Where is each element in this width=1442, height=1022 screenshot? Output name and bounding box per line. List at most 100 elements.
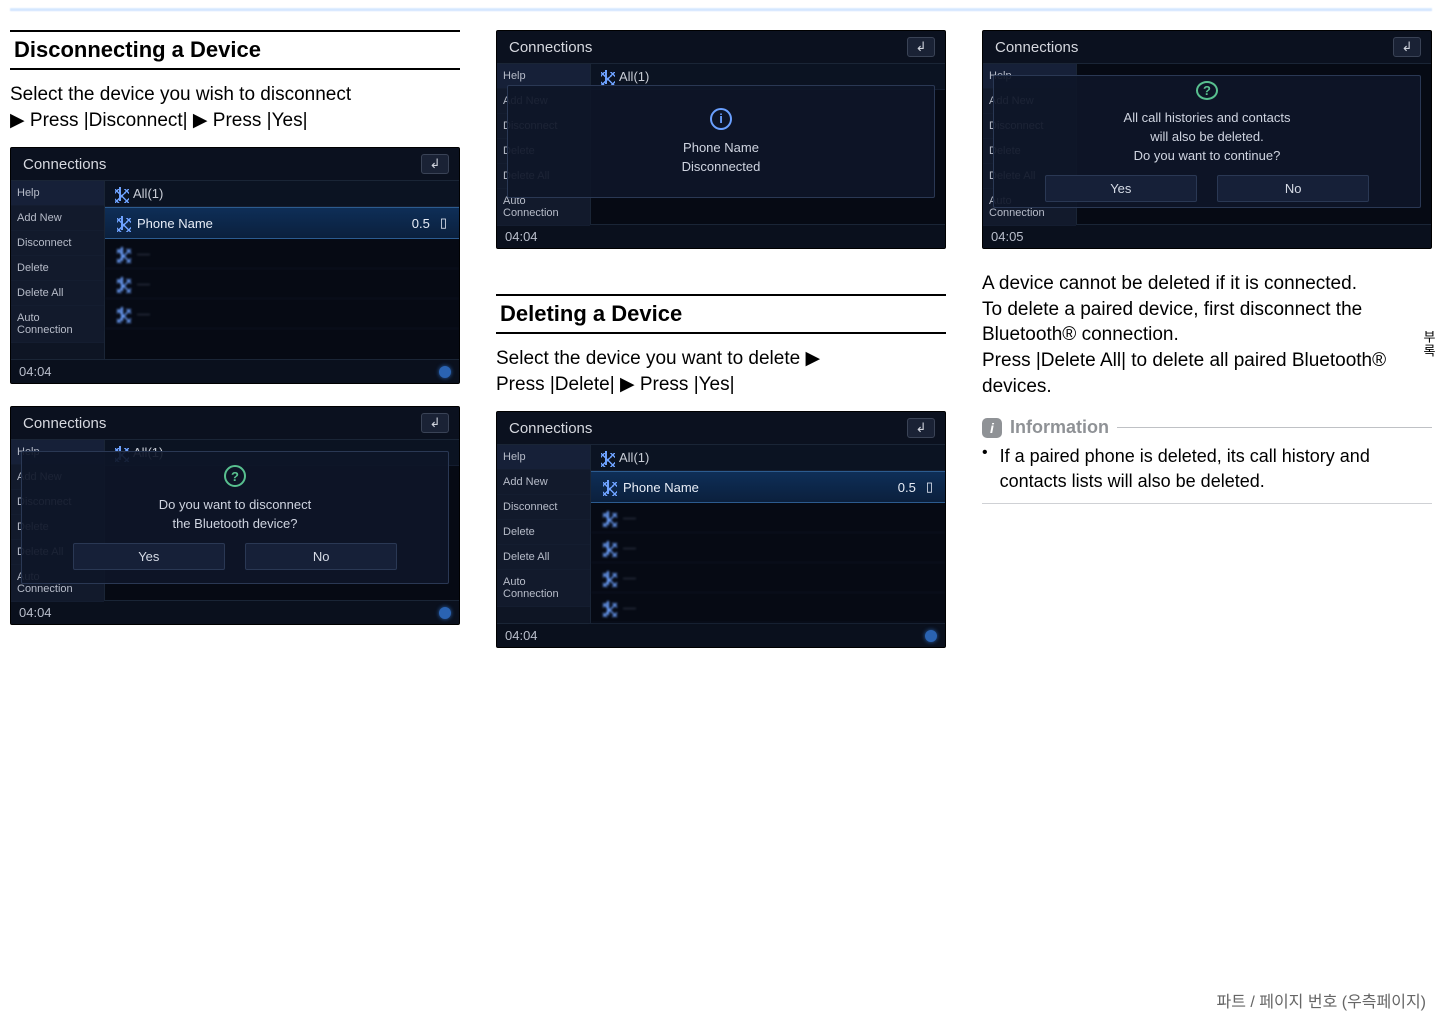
status-dot-icon bbox=[925, 630, 937, 642]
page-top-separator bbox=[10, 8, 1432, 11]
info-badge-icon: i bbox=[982, 418, 1002, 438]
sidebar-delete[interactable]: Delete bbox=[497, 520, 590, 545]
screenshot-disconnect-confirm: Connections ↲ Help Add New Disconnect De… bbox=[10, 406, 460, 625]
dialog-text: Disconnected bbox=[682, 159, 761, 174]
list-item-selected[interactable]: Phone Name 0.5 ▯ bbox=[105, 207, 459, 239]
device-list: All(1) Phone Name 0.5 ▯ — — — — bbox=[591, 445, 945, 623]
sidebar-help[interactable]: Help bbox=[497, 445, 590, 470]
section-rule bbox=[496, 275, 946, 276]
device-list: All(1) Phone Name 0.5 ▯ — — — bbox=[105, 181, 459, 359]
info-icon: i bbox=[710, 108, 732, 130]
bluetooth-icon bbox=[117, 216, 127, 230]
sidebar-help[interactable]: Help bbox=[11, 181, 104, 206]
device-meta: 0.5 bbox=[412, 216, 430, 231]
list-header-text: All(1) bbox=[133, 186, 163, 201]
sidebar-delete-all[interactable]: Delete All bbox=[497, 545, 590, 570]
list-header-text: All(1) bbox=[619, 69, 649, 84]
sidebar-delete[interactable]: Delete bbox=[11, 256, 104, 281]
window-title: Connections bbox=[23, 156, 106, 173]
list-item: — bbox=[591, 563, 945, 593]
section-title-deleting: Deleting a Device bbox=[496, 294, 946, 334]
window-titlebar: Connections ↲ bbox=[497, 412, 945, 445]
status-bar: 04:04 bbox=[497, 224, 945, 248]
window-body: Help Add New Disconnect Delete Delete Al… bbox=[983, 64, 1431, 224]
back-button[interactable]: ↲ bbox=[907, 418, 935, 438]
text: Select the device you wish to disconnect bbox=[10, 84, 351, 105]
bullet-dot: • bbox=[982, 444, 988, 493]
column-3: Connections ↲ Help Add New Disconnect De… bbox=[982, 30, 1432, 670]
bluetooth-icon bbox=[603, 511, 613, 525]
device-name: Phone Name bbox=[623, 480, 699, 495]
btn-ref-yes: |Yes| bbox=[267, 110, 308, 131]
back-button[interactable]: ↲ bbox=[1393, 37, 1421, 57]
bluetooth-icon bbox=[603, 480, 613, 494]
window-body: Help Add New Disconnect Delete Delete Al… bbox=[11, 440, 459, 600]
bluetooth-icon bbox=[603, 541, 613, 555]
sidebar-disconnect[interactable]: Disconnect bbox=[497, 495, 590, 520]
window-titlebar: Connections ↲ bbox=[11, 407, 459, 440]
disconnect-instructions: Select the device you wish to disconnect… bbox=[10, 82, 460, 133]
information-heading: i Information bbox=[982, 417, 1432, 438]
delete-note-text: A device cannot be deleted if it is conn… bbox=[982, 271, 1432, 399]
window-titlebar: Connections ↲ bbox=[983, 31, 1431, 64]
sidebar-delete-all[interactable]: Delete All bbox=[11, 281, 104, 306]
information-text: If a paired phone is deleted, its call h… bbox=[994, 444, 1432, 493]
bluetooth-icon bbox=[117, 277, 127, 291]
device-meta: 0.5 bbox=[898, 480, 916, 495]
window-title: Connections bbox=[509, 39, 592, 56]
list-header-text: All(1) bbox=[619, 450, 649, 465]
dialog-text: Do you want to disconnect bbox=[159, 497, 311, 512]
btn-ref-yes: |Yes| bbox=[694, 374, 735, 395]
yes-button[interactable]: Yes bbox=[73, 543, 225, 570]
dialog-text: will also be deleted. bbox=[1150, 129, 1263, 144]
status-bar: 04:04 bbox=[11, 600, 459, 624]
clock: 04:04 bbox=[19, 364, 52, 379]
back-button[interactable]: ↲ bbox=[907, 37, 935, 57]
status-dot-icon bbox=[439, 607, 451, 619]
sidebar-auto-connection[interactable]: Auto Connection bbox=[11, 306, 104, 343]
rule bbox=[1117, 427, 1432, 428]
list-item-selected[interactable]: Phone Name 0.5 ▯ bbox=[591, 471, 945, 503]
clock: 04:05 bbox=[991, 229, 1024, 244]
sidebar: Help Add New Disconnect Delete Delete Al… bbox=[497, 445, 591, 623]
sidebar-disconnect[interactable]: Disconnect bbox=[11, 231, 104, 256]
text: ▶ Press bbox=[193, 110, 267, 131]
list-item: — bbox=[105, 239, 459, 269]
dialog-buttons: Yes No bbox=[1045, 175, 1370, 202]
no-button[interactable]: No bbox=[245, 543, 397, 570]
question-icon: ? bbox=[224, 465, 246, 487]
btn-ref-delete: |Delete| bbox=[550, 374, 615, 395]
list-header: All(1) bbox=[105, 181, 459, 207]
btn-ref-delete-all: |Delete All| bbox=[1036, 350, 1126, 371]
sidebar-add-new[interactable]: Add New bbox=[497, 470, 590, 495]
dialog-text: Do you want to continue? bbox=[1134, 148, 1281, 163]
information-bullet: • If a paired phone is deleted, its call… bbox=[982, 444, 1432, 493]
status-bar: 04:04 bbox=[497, 623, 945, 647]
screenshot-connections-list-1: Connections ↲ Help Add New Disconnect De… bbox=[10, 147, 460, 384]
back-button[interactable]: ↲ bbox=[421, 154, 449, 174]
yes-button[interactable]: Yes bbox=[1045, 175, 1197, 202]
back-button[interactable]: ↲ bbox=[421, 413, 449, 433]
delete-instructions: Select the device you want to delete ▶ P… bbox=[496, 346, 946, 397]
window-body: Help Add New Disconnect Delete Delete Al… bbox=[11, 181, 459, 359]
text: A device cannot be deleted if it is conn… bbox=[982, 273, 1357, 294]
sidebar-add-new[interactable]: Add New bbox=[11, 206, 104, 231]
question-icon: ? bbox=[1196, 81, 1218, 100]
no-button[interactable]: No bbox=[1217, 175, 1369, 202]
phone-icon: ▯ bbox=[926, 479, 933, 495]
column-1: Disconnecting a Device Select the device… bbox=[10, 30, 460, 670]
text: Press bbox=[496, 374, 550, 395]
clock: 04:04 bbox=[505, 628, 538, 643]
text: To delete a paired device, first disconn… bbox=[982, 299, 1362, 346]
list-item: — bbox=[105, 269, 459, 299]
dialog-text: All call histories and contacts bbox=[1124, 110, 1291, 125]
window-body: Help Add New Disconnect Delete Delete Al… bbox=[497, 445, 945, 623]
info-dialog: i Phone Name Disconnected bbox=[507, 85, 935, 198]
window-title: Connections bbox=[509, 420, 592, 437]
sidebar-auto-connection[interactable]: Auto Connection bbox=[497, 570, 590, 607]
text: Press bbox=[982, 350, 1036, 371]
bluetooth-icon bbox=[601, 451, 611, 465]
list-item: — bbox=[591, 503, 945, 533]
status-dot-icon bbox=[439, 366, 451, 378]
window-title: Connections bbox=[995, 39, 1078, 56]
